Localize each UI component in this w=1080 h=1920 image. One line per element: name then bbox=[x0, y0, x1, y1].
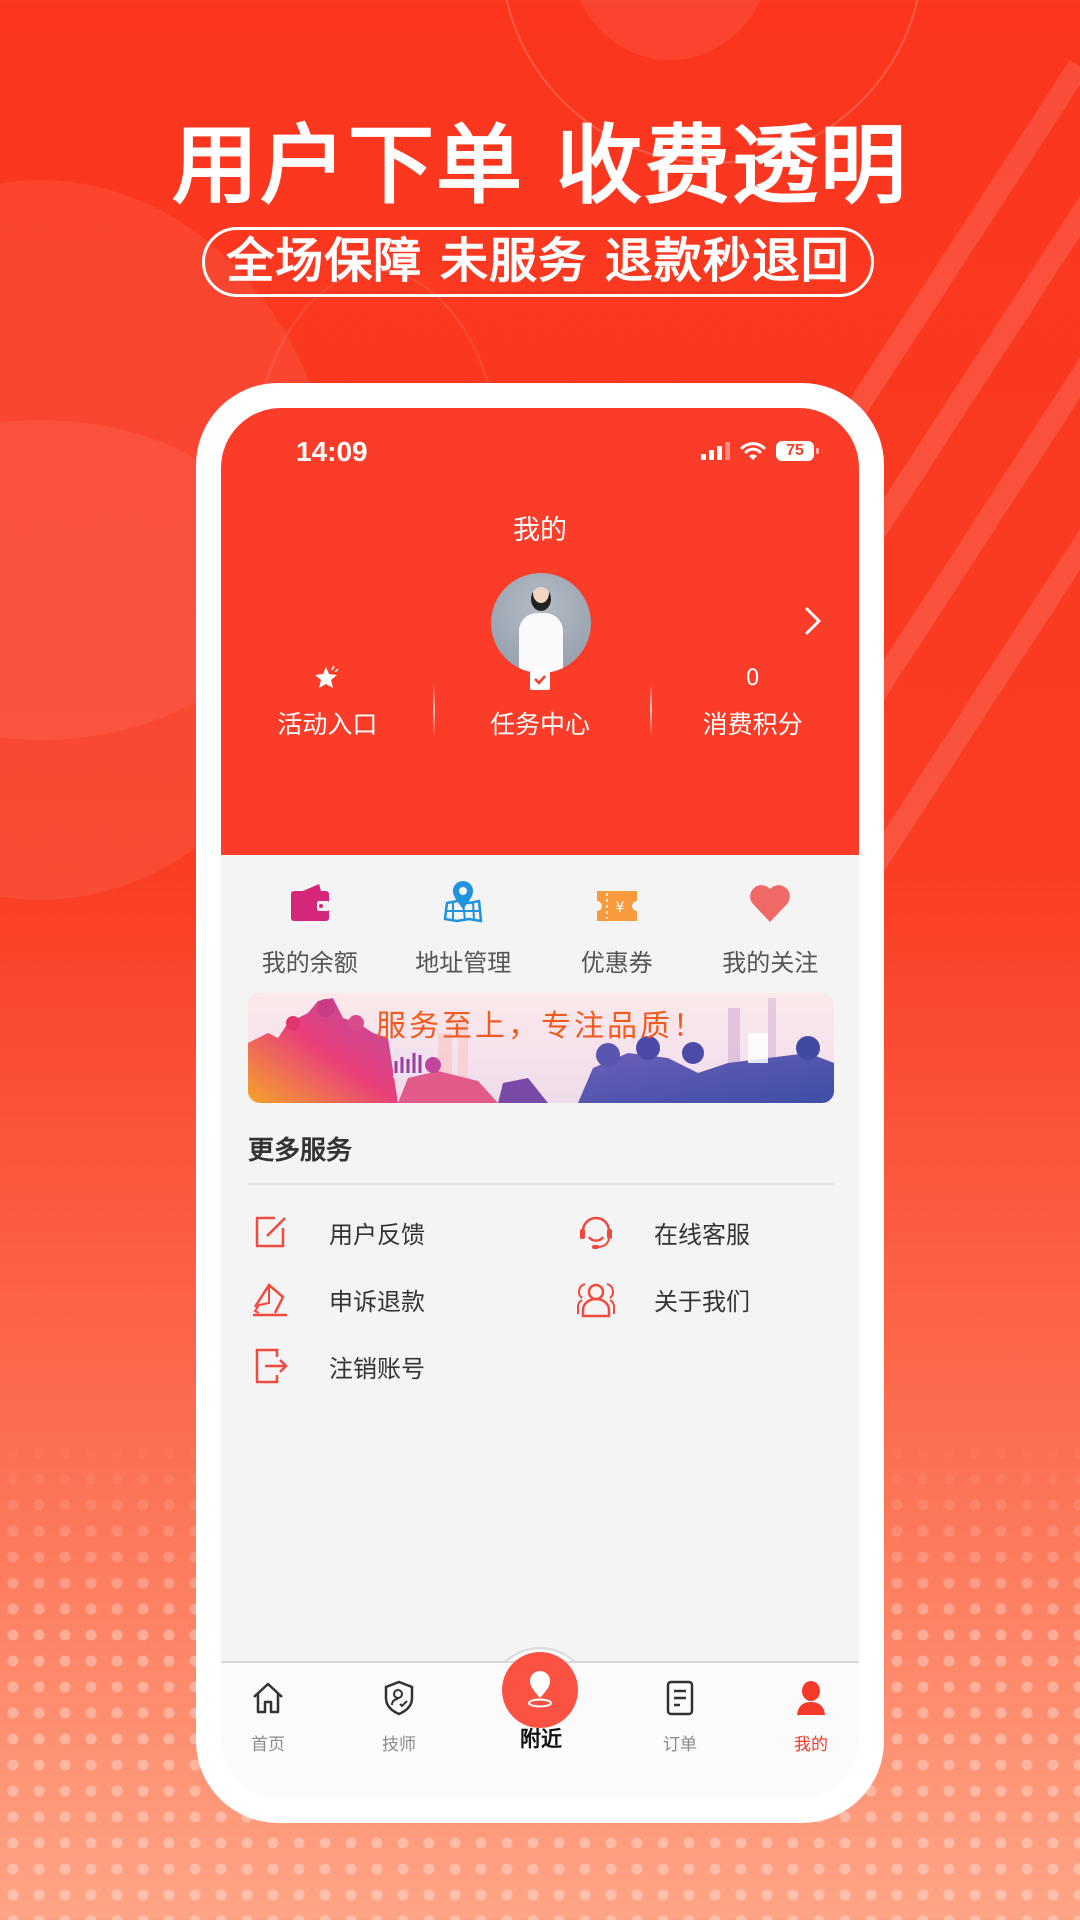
grid-label: 地址管理 bbox=[415, 949, 512, 977]
page-title: 我的 bbox=[513, 515, 567, 546]
tab-label: 我的 bbox=[794, 1735, 828, 1755]
heart-icon bbox=[750, 885, 791, 922]
quick-grid: 我的余额 地址管理 ¥ 优惠券 我的关注 bbox=[221, 855, 859, 978]
status-time: 14:09 bbox=[296, 436, 368, 467]
stat-label: 活动入口 bbox=[277, 710, 378, 739]
service-about-us[interactable]: 关于我们 bbox=[576, 1279, 750, 1319]
tab-label: 订单 bbox=[663, 1735, 697, 1755]
group-icon bbox=[577, 1283, 615, 1318]
grid-item-address[interactable]: 地址管理 bbox=[388, 855, 538, 978]
stat-label: 消费积分 bbox=[702, 710, 803, 739]
tab-label: 首页 bbox=[251, 1735, 285, 1755]
promo-headline: 用户下单 收费透明 bbox=[172, 116, 908, 216]
points-value: 0 bbox=[745, 665, 760, 691]
banner-text: 服务至上，专注品质！ bbox=[376, 1009, 706, 1044]
clipboard-check-icon bbox=[530, 665, 550, 690]
coupon-icon: ¥ bbox=[596, 891, 637, 921]
service-online-support[interactable]: 在线客服 bbox=[576, 1212, 750, 1252]
shield-user-icon bbox=[384, 1680, 414, 1716]
tab-mine[interactable]: 我的 bbox=[761, 1678, 859, 1755]
edit-icon bbox=[255, 1216, 286, 1248]
service-label: 用户反馈 bbox=[329, 1220, 425, 1249]
grid-item-following[interactable]: 我的关注 bbox=[695, 855, 845, 978]
tab-nearby-button[interactable] bbox=[502, 1652, 578, 1728]
wallet-icon bbox=[290, 884, 329, 921]
tab-orders[interactable]: 订单 bbox=[630, 1678, 730, 1755]
stat-activity-entry[interactable]: 活动入口 bbox=[221, 663, 434, 741]
service-label: 在线客服 bbox=[654, 1220, 750, 1249]
service-feedback[interactable]: 用户反馈 bbox=[251, 1212, 425, 1252]
profile-header: 14:09 75 我的 活动入口 任务中心 0 消费积分 bbox=[221, 408, 859, 855]
svg-text:¥: ¥ bbox=[615, 900, 624, 916]
grid-item-coupon[interactable]: ¥ 优惠券 bbox=[542, 855, 692, 978]
tab-label-nearby[interactable]: 附近 bbox=[491, 1723, 591, 1753]
divider bbox=[650, 683, 652, 737]
tab-home[interactable]: 首页 bbox=[221, 1678, 318, 1755]
phone-frame: 14:09 75 我的 活动入口 任务中心 0 消费积分 我的余额 地址管理 ¥… bbox=[196, 383, 884, 1823]
stats-row: 活动入口 任务中心 0 消费积分 bbox=[221, 663, 859, 741]
grid-item-balance[interactable]: 我的余额 bbox=[235, 855, 385, 978]
service-delete-account[interactable]: 注销账号 bbox=[251, 1346, 425, 1386]
service-label: 注销账号 bbox=[329, 1354, 425, 1383]
grid-label: 我的余额 bbox=[261, 949, 358, 977]
stat-points[interactable]: 0 消费积分 bbox=[646, 663, 859, 741]
home-icon bbox=[253, 1682, 283, 1714]
location-icon bbox=[528, 1671, 552, 1708]
tab-technician[interactable]: 技师 bbox=[349, 1678, 449, 1755]
star-icon bbox=[315, 665, 339, 688]
wifi-icon bbox=[740, 442, 766, 460]
tab-label: 技师 bbox=[382, 1735, 416, 1755]
background-circle bbox=[570, 0, 770, 60]
promo-banner[interactable]: 服务至上，专注品质！ bbox=[248, 993, 834, 1103]
avatar[interactable] bbox=[491, 573, 591, 673]
service-label: 关于我们 bbox=[654, 1287, 750, 1316]
section-title: 更多服务 bbox=[248, 1136, 353, 1166]
user-icon bbox=[797, 1681, 825, 1715]
promo-subline: 全场保障 未服务 退款秒退回 bbox=[202, 227, 874, 297]
service-appeal-refund[interactable]: 申诉退款 bbox=[251, 1279, 425, 1319]
appeal-icon bbox=[253, 1283, 287, 1317]
stat-label: 任务中心 bbox=[490, 710, 591, 739]
battery-icon: 75 bbox=[776, 441, 819, 461]
signal-icon bbox=[701, 442, 730, 460]
grid-label: 优惠券 bbox=[580, 949, 653, 977]
map-pin-icon bbox=[443, 881, 483, 923]
grid-label: 我的关注 bbox=[722, 949, 819, 977]
divider bbox=[248, 1183, 834, 1185]
logout-icon bbox=[255, 1348, 288, 1384]
status-icons: 75 bbox=[701, 441, 819, 461]
order-icon bbox=[666, 1680, 694, 1716]
chevron-right-icon[interactable] bbox=[795, 601, 831, 641]
headset-icon bbox=[580, 1216, 612, 1249]
stat-task-center[interactable]: 任务中心 bbox=[434, 663, 647, 741]
divider bbox=[433, 683, 435, 737]
service-label: 申诉退款 bbox=[329, 1287, 425, 1316]
phone-screen: 14:09 75 我的 活动入口 任务中心 0 消费积分 我的余额 地址管理 ¥… bbox=[221, 408, 859, 1798]
